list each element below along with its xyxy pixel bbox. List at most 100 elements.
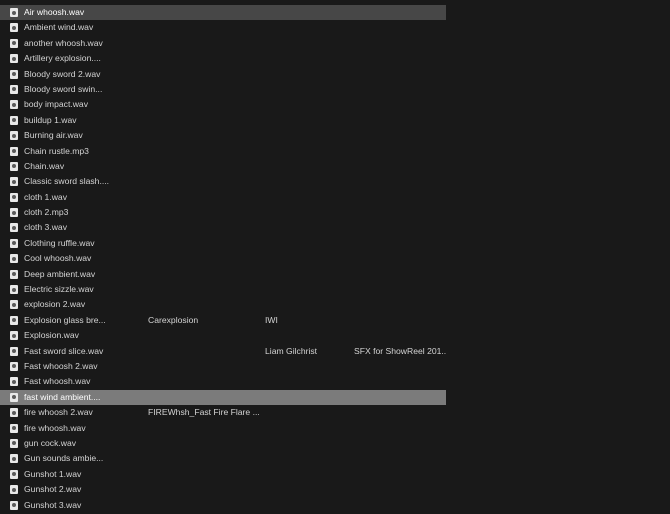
audio-file-icon (10, 54, 18, 64)
audio-file-icon (10, 361, 18, 371)
file-name: Air whoosh.wav (24, 7, 85, 17)
file-row[interactable]: Gunshot 1.wav (0, 467, 446, 482)
file-name: Bloody sword swin... (24, 83, 103, 94)
file-name: Gunshot 3.wav (24, 499, 82, 510)
audio-file-icon (10, 254, 18, 264)
audio-file-icon (10, 69, 18, 79)
file-row[interactable]: Classic sword slash.... (0, 174, 446, 189)
audio-file-icon (10, 485, 18, 495)
file-name: buildup 1.wav (24, 114, 77, 125)
file-row[interactable]: Burning air.wav (0, 128, 446, 143)
file-row[interactable]: Fast whoosh 2.wav (0, 359, 446, 374)
audio-file-icon (10, 469, 18, 479)
file-name: fire whoosh.wav (24, 422, 86, 433)
file-row[interactable]: Explosion.wav (0, 328, 446, 343)
file-row[interactable]: Electric sizzle.wav (0, 282, 446, 297)
file-row[interactable]: explosion 2.wav (0, 297, 446, 312)
file-row[interactable]: Chain rustle.mp3 (0, 144, 446, 159)
file-name: cloth 1.wav (24, 191, 67, 202)
file-name: Fast sword slice.wav (24, 345, 104, 356)
audio-file-icon (10, 331, 18, 341)
audio-file-icon (10, 377, 18, 387)
file-name: Explosion.wav (24, 330, 79, 341)
audio-file-icon (10, 408, 18, 418)
file-album: FIREWhsh_Fast Fire Flare ... (148, 407, 260, 418)
audio-file-icon (10, 285, 18, 295)
audio-file-icon (10, 223, 18, 233)
file-row[interactable]: buildup 1.wav (0, 113, 446, 128)
file-row[interactable]: another whoosh.wav (0, 36, 446, 51)
file-album: Carexplosion (148, 314, 199, 325)
audio-file-icon (10, 84, 18, 94)
file-name: Fast whoosh.wav (24, 376, 91, 387)
file-name: Burning air.wav (24, 130, 83, 141)
audio-file-icon (10, 300, 18, 310)
file-artist: Liam Gilchrist (265, 345, 318, 356)
file-row[interactable]: cloth 1.wav (0, 190, 446, 205)
file-name: Fast whoosh 2.wav (24, 360, 98, 371)
audio-file-icon (10, 438, 18, 448)
file-name: cloth 2.mp3 (24, 207, 69, 218)
file-row[interactable]: Fast whoosh.wav (0, 374, 446, 389)
file-row[interactable]: fast wind ambient.... (0, 389, 446, 406)
audio-file-icon (10, 208, 18, 218)
file-row[interactable]: fire whoosh.wav (0, 421, 446, 436)
audio-file-icon (10, 269, 18, 279)
file-row[interactable]: Ambient wind.wav (0, 20, 446, 35)
file-name: Bloody sword 2.wav (24, 68, 101, 79)
file-name: Explosion glass bre... (24, 314, 106, 325)
file-row[interactable]: Bloody sword 2.wav (0, 67, 446, 82)
audio-file-icon (10, 192, 18, 202)
file-name: Ambient wind.wav (24, 22, 94, 33)
file-row[interactable]: Bloody sword swin... (0, 82, 446, 97)
file-name: explosion 2.wav (24, 299, 86, 310)
file-name: Classic sword slash.... (24, 176, 110, 187)
audio-file-icon (10, 146, 18, 156)
file-name: another whoosh.wav (24, 37, 103, 48)
audio-file-icon (10, 8, 18, 17)
audio-file-icon (10, 115, 18, 125)
file-row[interactable]: fire whoosh 2.wav FIREWhsh_Fast Fire Fla… (0, 405, 446, 420)
audio-file-icon (10, 346, 18, 356)
file-row[interactable]: Gun sounds ambie... (0, 451, 446, 466)
file-name: Chain rustle.mp3 (24, 145, 89, 156)
audio-file-icon (10, 177, 18, 187)
file-name: body impact.wav (24, 99, 89, 110)
file-name: gun cock.wav (24, 437, 77, 448)
file-list: Air whoosh.wav Ambient wind.wav another … (0, 5, 446, 514)
audio-file-icon (10, 238, 18, 248)
file-name: Gunshot 1.wav (24, 468, 82, 479)
audio-file-icon (10, 23, 18, 33)
file-artist: IWI (265, 314, 278, 325)
file-row[interactable]: cloth 2.mp3 (0, 205, 446, 220)
audio-file-icon (10, 161, 18, 171)
file-row[interactable]: Fast sword slice.wav Liam Gilchrist SFX … (0, 344, 446, 359)
file-row[interactable]: Gunshot 3.wav (0, 498, 446, 513)
audio-file-icon (10, 315, 18, 325)
file-name: Clothing ruffle.wav (24, 237, 95, 248)
audio-file-icon (10, 423, 18, 433)
file-name: Artillery explosion.... (24, 53, 101, 64)
file-row[interactable]: Chain.wav (0, 159, 446, 174)
file-row[interactable]: gun cock.wav (0, 436, 446, 451)
file-row[interactable]: body impact.wav (0, 97, 446, 112)
file-name: fire whoosh 2.wav (24, 407, 93, 418)
file-row[interactable]: Explosion glass bre... Carexplosion IWI (0, 313, 446, 328)
file-row[interactable]: Deep ambient.wav (0, 267, 446, 282)
file-row[interactable]: Artillery explosion.... (0, 51, 446, 66)
file-row[interactable]: cloth 3.wav (0, 220, 446, 235)
file-row[interactable]: Clothing ruffle.wav (0, 236, 446, 251)
file-row[interactable]: Cool whoosh.wav (0, 251, 446, 266)
file-row[interactable]: Air whoosh.wav (0, 5, 446, 21)
file-name: Chain.wav (24, 160, 65, 171)
audio-file-icon (10, 131, 18, 141)
file-name: Gunshot 2.wav (24, 484, 82, 495)
file-title: SFX for ShowReel 201... (354, 345, 446, 356)
file-name: Cool whoosh.wav (24, 253, 92, 264)
file-row[interactable]: Gunshot 2.wav (0, 482, 446, 497)
audio-file-icon (10, 454, 18, 464)
file-name: Electric sizzle.wav (24, 284, 94, 295)
file-name: Gun sounds ambie... (24, 453, 104, 464)
audio-file-icon (10, 38, 18, 48)
file-name: cloth 3.wav (24, 222, 67, 233)
